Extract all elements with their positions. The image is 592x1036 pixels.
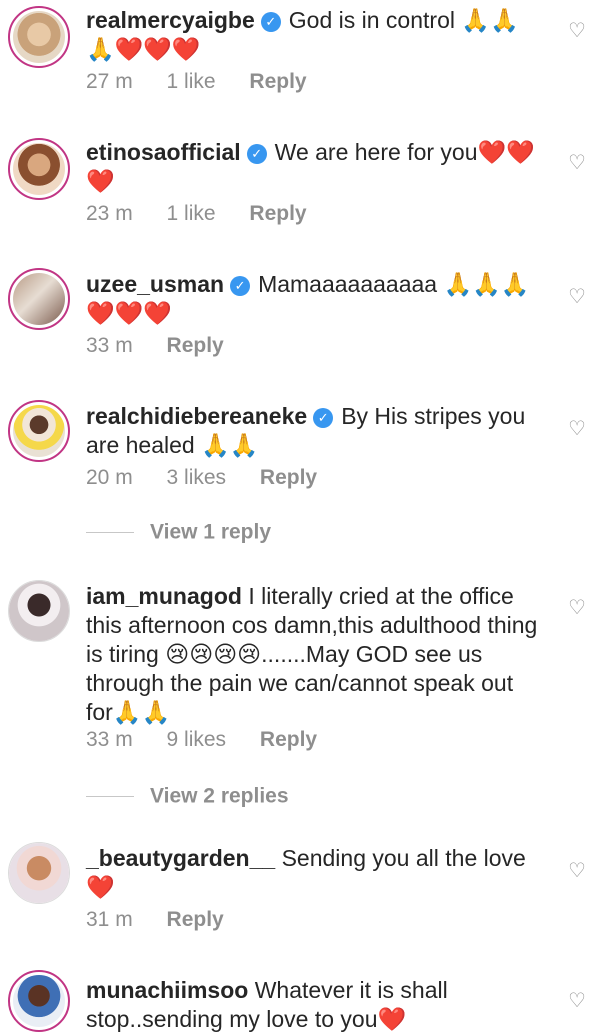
reply-button[interactable]: Reply (167, 334, 224, 357)
comment-username[interactable]: munachiimsoo (86, 977, 248, 1003)
heart-outline-icon[interactable]: ♡ (568, 991, 586, 1011)
avatar[interactable] (8, 842, 70, 904)
comment-likes[interactable]: 1 like (167, 70, 216, 93)
comment-username[interactable]: etinosaofficial (86, 139, 241, 165)
verified-badge-icon: ✓ (230, 276, 251, 296)
comment-likes[interactable]: 1 like (167, 202, 216, 225)
verified-badge-icon: ✓ (313, 408, 334, 428)
comment-username[interactable]: realchidiebereaneke (86, 403, 307, 429)
reply-button[interactable]: Reply (260, 728, 317, 751)
comment-username[interactable]: iam_munagod (86, 583, 242, 609)
comment-time: 31 m (86, 908, 133, 931)
avatar[interactable] (8, 400, 70, 462)
view-replies-label: View 2 replies (150, 784, 289, 808)
comment-username[interactable]: _beautygarden__ (86, 845, 275, 871)
reply-button[interactable]: Reply (260, 466, 317, 489)
heart-outline-icon[interactable]: ♡ (568, 153, 586, 173)
comment-likes[interactable]: 9 likes (167, 728, 227, 751)
heart-outline-icon[interactable]: ♡ (568, 21, 586, 41)
avatar[interactable] (8, 580, 70, 642)
verified-badge-icon: ✓ (246, 144, 267, 164)
avatar[interactable] (8, 970, 70, 1032)
reply-button[interactable]: Reply (167, 908, 224, 931)
heart-outline-icon[interactable]: ♡ (568, 598, 586, 618)
heart-outline-icon[interactable]: ♡ (568, 861, 586, 881)
view-replies-label: View 1 reply (150, 520, 272, 544)
avatar[interactable] (8, 268, 70, 330)
comment-likes[interactable]: 3 likes (167, 466, 227, 489)
comment-username[interactable]: realmercyaigbe (86, 7, 255, 33)
avatar[interactable] (8, 138, 70, 200)
avatar[interactable] (8, 6, 70, 68)
comment-time: 20 m (86, 466, 133, 489)
heart-outline-icon[interactable]: ♡ (568, 287, 586, 307)
comment-time: 23 m (86, 202, 133, 225)
verified-badge-icon: ✓ (260, 12, 281, 32)
comment-time: 33 m (86, 728, 133, 751)
reply-button[interactable]: Reply (249, 70, 306, 93)
reply-button[interactable]: Reply (249, 202, 306, 225)
divider-line (86, 795, 134, 797)
comment-username[interactable]: uzee_usman (86, 271, 224, 297)
view-replies-button[interactable]: View 2 replies (86, 784, 289, 814)
divider-line (86, 531, 134, 533)
comment-time: 27 m (86, 70, 133, 93)
heart-outline-icon[interactable]: ♡ (568, 419, 586, 439)
view-replies-button[interactable]: View 1 reply (86, 520, 271, 550)
comment-time: 33 m (86, 334, 133, 357)
